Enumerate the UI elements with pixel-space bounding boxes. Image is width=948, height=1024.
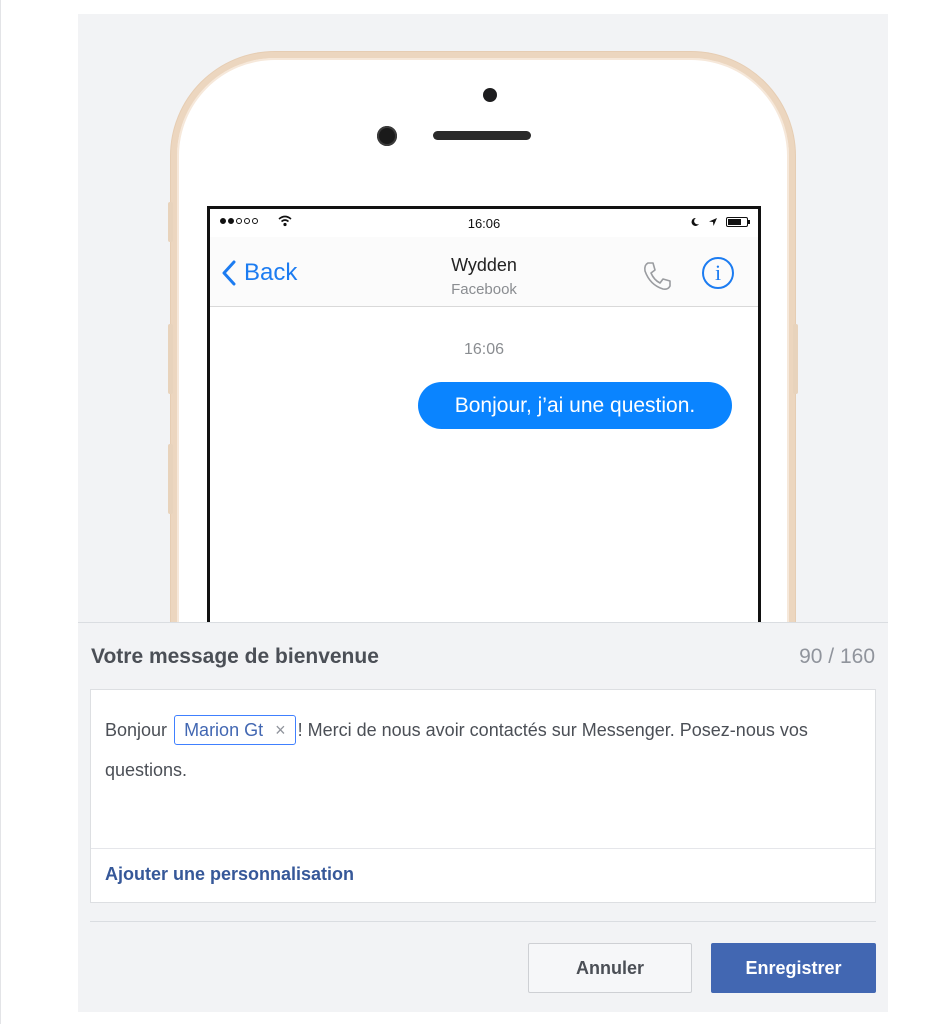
phone-screen: 16:06 Back Wydden Facebook i 16:06 Bonjo… <box>207 206 761 622</box>
chat-timestamp: 16:06 <box>463 341 505 358</box>
location-icon <box>709 218 717 226</box>
conversation-subtitle: Facebook <box>451 281 517 298</box>
token-remove-icon[interactable]: × <box>275 720 286 740</box>
messenger-nav-bar: Back Wydden Facebook i <box>210 237 758 307</box>
message-bubble: Bonjour, j’ai une question. <box>418 382 732 429</box>
phone-preview: 16:06 Back Wydden Facebook i 16:06 Bonjo… <box>78 14 888 622</box>
message-prefix: Bonjour <box>105 720 168 740</box>
phone-volume-down <box>168 444 173 514</box>
phone-power-button <box>793 324 798 394</box>
left-divider <box>0 0 1 1024</box>
message-text[interactable]: Bonjour Marion Gt ×! Merci de nous avoir … <box>105 710 865 790</box>
phone-volume-up <box>168 324 173 394</box>
phone-mockup: 16:06 Back Wydden Facebook i 16:06 Bonjo… <box>171 52 795 622</box>
info-icon[interactable]: i <box>702 257 734 289</box>
battery-icon <box>726 217 750 227</box>
sensor-dot <box>483 88 497 102</box>
footer-divider <box>90 921 876 922</box>
save-button[interactable]: Enregistrer <box>711 943 876 993</box>
conversation-title: Wydden <box>451 255 517 275</box>
phone-side-button <box>168 202 173 242</box>
status-bar: 16:06 <box>210 209 758 237</box>
page: 16:06 Back Wydden Facebook i 16:06 Bonjo… <box>0 0 948 1024</box>
front-camera <box>377 126 397 146</box>
form-title: Votre message de bienvenue <box>91 645 379 668</box>
welcome-message-dialog: 16:06 Back Wydden Facebook i 16:06 Bonjo… <box>78 14 888 1012</box>
personalization-token[interactable]: Marion Gt × <box>174 715 296 745</box>
status-right <box>690 217 750 227</box>
token-label: Marion Gt <box>184 720 264 740</box>
character-counter: 90 / 160 <box>799 645 875 668</box>
welcome-message-form: Votre message de bienvenue 90 / 160 Bonj… <box>78 622 888 1012</box>
cancel-button[interactable]: Annuler <box>528 943 692 993</box>
welcome-message-editor[interactable]: Bonjour Marion Gt ×! Merci de nous avoir … <box>90 689 876 903</box>
add-personalization-link[interactable]: Ajouter une personnalisation <box>105 864 354 885</box>
editor-divider <box>91 848 875 849</box>
phone-icon[interactable] <box>640 259 674 293</box>
earpiece-speaker <box>433 131 531 140</box>
moon-icon <box>691 217 699 226</box>
status-time: 16:06 <box>467 216 501 231</box>
